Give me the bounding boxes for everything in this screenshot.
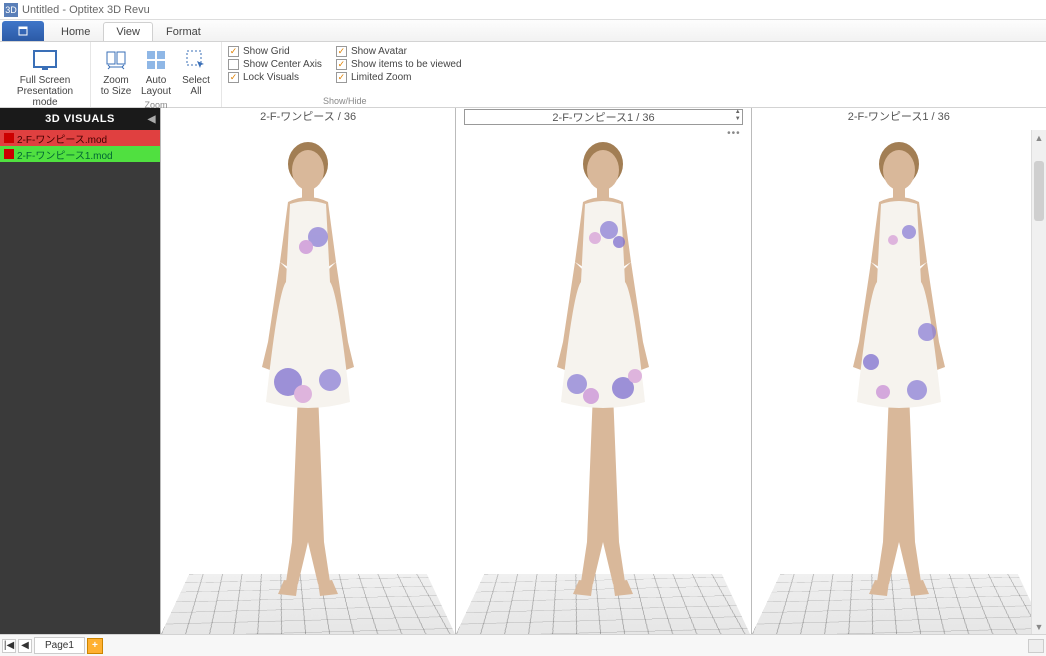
tab-format[interactable]: Format	[153, 22, 214, 41]
ribbon: Full ScreenPresentation mode Document Vi…	[0, 42, 1046, 108]
fullscreen-icon	[31, 46, 59, 74]
viewport-1[interactable]: 2-F-ワンピース1 / 36 ▲▼ •••	[455, 108, 750, 634]
page-prev-button[interactable]: ◀	[18, 639, 32, 653]
sidebar-header: 3D VISUALS ◀	[0, 108, 160, 130]
sidebar: 3D VISUALS ◀ 2-F-ワンピース.mod 2-F-ワンピース1.mo…	[0, 108, 160, 634]
ribbon-group-showhide: Show Grid Show Center Axis Lock Visuals …	[222, 42, 468, 107]
select-all-button[interactable]: SelectAll	[177, 44, 215, 99]
ribbon-tabbar: Home View Format	[0, 20, 1046, 42]
title-bar: 3D Untitled - Optitex 3D Revu	[0, 0, 1046, 20]
scroll-right-button[interactable]	[1028, 639, 1044, 653]
checkbox-icon	[336, 59, 347, 70]
select-all-icon	[182, 46, 210, 74]
fullscreen-label-2: Presentation mode	[17, 86, 73, 108]
viewports: 2-F-ワンピース / 36 2-F-ワンピース1 / 36 ▲▼ ••• 2-…	[160, 108, 1046, 634]
avatar-2	[752, 126, 1046, 634]
file-menu-icon	[18, 26, 28, 36]
app-icon: 3D	[4, 3, 18, 17]
viewport-0[interactable]: 2-F-ワンピース / 36	[160, 108, 455, 634]
scroll-up-icon[interactable]: ▲	[1032, 130, 1046, 145]
check-limited-zoom[interactable]: Limited Zoom	[336, 72, 462, 83]
avatar-1	[456, 126, 750, 634]
fullscreen-presentation-button[interactable]: Full ScreenPresentation mode	[6, 44, 84, 110]
page-bar: |◀ ◀ Page1 +	[0, 634, 1046, 656]
window-title: Untitled - Optitex 3D Revu	[22, 4, 150, 16]
check-show-items[interactable]: Show items to be viewed	[336, 59, 462, 70]
checkbox-icon	[228, 59, 239, 70]
check-lock-visuals[interactable]: Lock Visuals	[228, 72, 322, 83]
check-show-avatar[interactable]: Show Avatar	[336, 46, 462, 57]
auto-layout-button[interactable]: AutoLayout	[137, 44, 175, 99]
sidebar-collapse-icon[interactable]: ◀	[148, 114, 156, 125]
vertical-scrollbar[interactable]: ▲ ▼	[1031, 130, 1046, 634]
viewport-2[interactable]: 2-F-ワンピース1 / 36 ▲ ▼	[751, 108, 1046, 634]
page-first-button[interactable]: |◀	[2, 639, 16, 653]
sidebar-item-label: 2-F-ワンピース.mod	[17, 131, 107, 146]
scroll-down-icon[interactable]: ▼	[1032, 619, 1046, 634]
flag-icon	[4, 149, 14, 159]
sidebar-title: 3D VISUALS	[45, 113, 115, 125]
viewport-title-2: 2-F-ワンピース1 / 36	[752, 108, 1046, 126]
sidebar-item-label: 2-F-ワンピース1.mod	[17, 147, 113, 162]
sidebar-item-1[interactable]: 2-F-ワンピース1.mod	[0, 146, 160, 162]
spinner-icon[interactable]: ▲▼	[735, 109, 741, 123]
checkbox-icon	[228, 46, 239, 57]
flag-icon	[4, 133, 14, 143]
page-tab[interactable]: Page1	[34, 637, 85, 654]
check-show-center-axis[interactable]: Show Center Axis	[228, 59, 322, 70]
checkbox-icon	[228, 72, 239, 83]
zoom-to-size-icon	[102, 46, 130, 74]
sidebar-item-0[interactable]: 2-F-ワンピース.mod	[0, 130, 160, 146]
tab-home[interactable]: Home	[48, 22, 103, 41]
viewport-title-input[interactable]: 2-F-ワンピース1 / 36 ▲▼	[464, 109, 742, 125]
ribbon-group-label-showhide: Show/Hide	[323, 96, 367, 106]
fullscreen-label-1: Full Screen	[20, 75, 71, 86]
avatar-0	[161, 126, 455, 634]
scroll-thumb[interactable]	[1034, 161, 1044, 221]
workspace: 3D VISUALS ◀ 2-F-ワンピース.mod 2-F-ワンピース1.mo…	[0, 108, 1046, 634]
zoom-to-size-button[interactable]: Zoomto Size	[97, 44, 135, 99]
file-menu-button[interactable]	[2, 21, 44, 41]
tab-view[interactable]: View	[103, 22, 153, 41]
ribbon-group-document-views: Full ScreenPresentation mode Document Vi…	[0, 42, 91, 107]
add-page-button[interactable]: +	[87, 638, 103, 654]
check-show-grid[interactable]: Show Grid	[228, 46, 322, 57]
ribbon-group-zoom: Zoomto Size AutoLayout SelectAll Zoom	[91, 42, 222, 107]
checkbox-icon	[336, 72, 347, 83]
auto-layout-icon	[142, 46, 170, 74]
checkbox-icon	[336, 46, 347, 57]
viewport-title-0: 2-F-ワンピース / 36	[161, 108, 455, 126]
